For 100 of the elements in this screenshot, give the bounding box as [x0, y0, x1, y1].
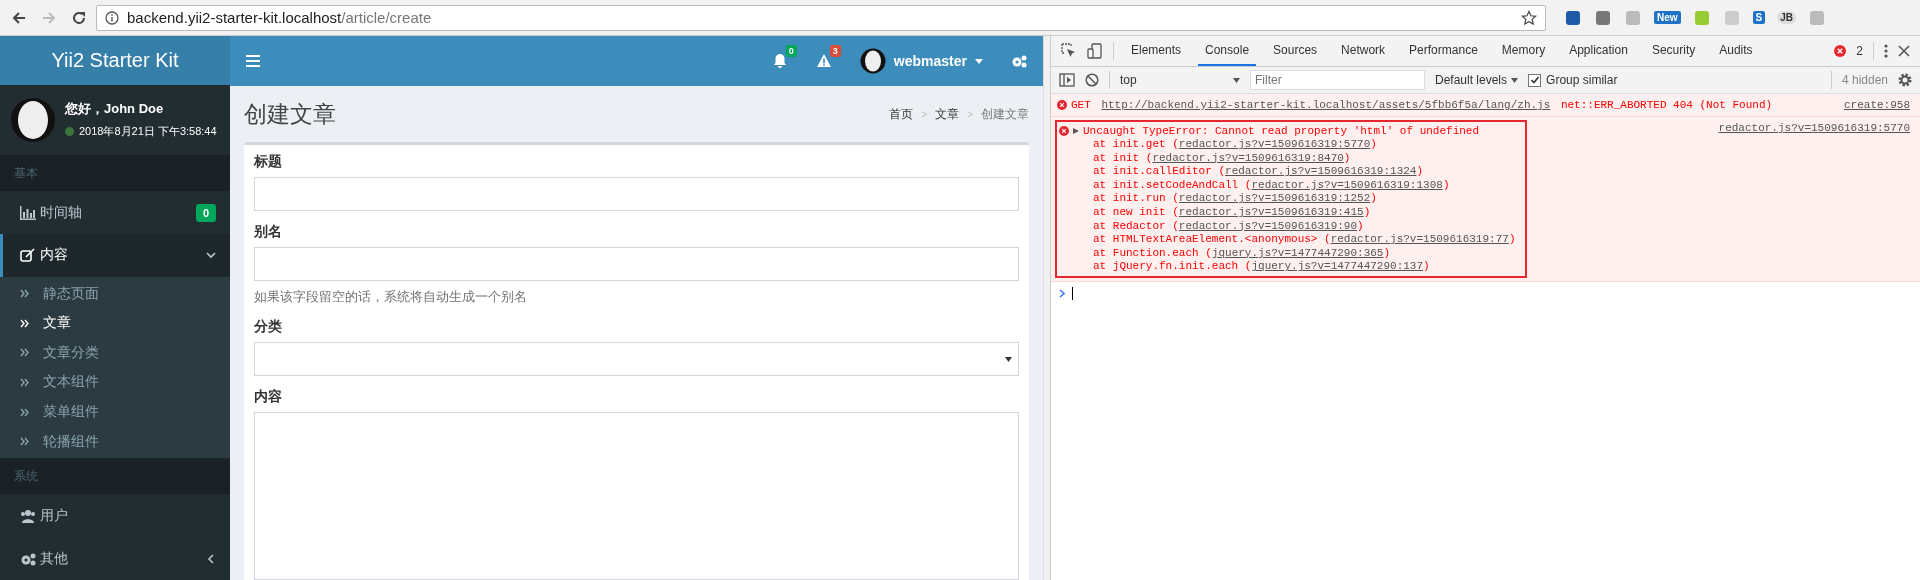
extension-button[interactable]: JB [1777, 11, 1797, 24]
expand-triangle-icon[interactable] [1073, 128, 1079, 134]
stack-frame-end: ) [1508, 233, 1516, 246]
info-icon [105, 10, 119, 25]
select-field[interactable] [254, 342, 1019, 376]
caret-icon [1233, 77, 1240, 83]
prompt-icon [1059, 288, 1066, 298]
scrollbar[interactable] [1043, 36, 1050, 580]
devtools-tab[interactable]: Audits [1712, 36, 1760, 66]
clear-icon[interactable] [1085, 73, 1099, 87]
menu-icon[interactable] [246, 55, 260, 67]
address-bar[interactable]: backend.yii2-starter-kit.localhost/article/create [96, 4, 1546, 31]
text-field[interactable] [254, 177, 1019, 211]
levels-dropdown[interactable]: Default levels [1435, 73, 1519, 87]
warning-icon[interactable] [815, 53, 832, 69]
stack-frame: at init.get ( [1093, 138, 1179, 150]
stack-frame-end: ) [1383, 246, 1391, 259]
submenu-item[interactable]: 轮播组件 [0, 426, 230, 457]
source-link[interactable]: redactor.js?v=1509616319:90 [1178, 219, 1358, 232]
bell-icon[interactable] [771, 53, 788, 69]
source-link[interactable]: redactor.js?v=1509616319:1252 [1178, 192, 1371, 205]
extension-button[interactable]: New [1654, 11, 1681, 24]
breadcrumb-link[interactable]: 首页 [889, 105, 914, 123]
stack-frame: at init.run ( [1093, 192, 1179, 205]
more-icon[interactable] [1884, 44, 1888, 58]
source-link[interactable]: redactor.js?v=1509616319:5770 [1178, 138, 1371, 150]
text-field[interactable] [254, 247, 1019, 281]
source-link[interactable]: redactor.js?v=1509616319:415 [1178, 205, 1364, 218]
sidebar-item[interactable]: 其他 [0, 537, 230, 580]
extension-icon[interactable] [1594, 8, 1612, 27]
cogs-icon [20, 551, 36, 566]
inspect-icon[interactable] [1061, 43, 1077, 59]
sidebar-item[interactable]: 用户 [0, 494, 230, 538]
app-logo[interactable]: Yii2 Starter Kit [0, 36, 230, 85]
sidebar-item[interactable]: 内容 [0, 234, 230, 277]
devtools-tab[interactable]: Application [1562, 36, 1635, 66]
count-badge: 0 [195, 203, 216, 222]
stack-frame: at Redactor ( [1093, 219, 1179, 232]
devtools-tab[interactable]: Network [1334, 36, 1393, 66]
error-text: net::ERR_ABORTED 404 (Not Found) [1559, 99, 1773, 111]
extension-icon[interactable] [1564, 8, 1582, 27]
caret-icon [1511, 77, 1519, 83]
submenu-item[interactable]: 菜单组件 [0, 397, 230, 427]
stack-frame-end: ) [1370, 138, 1377, 150]
section-header: 系统 [0, 458, 230, 495]
cogs-icon[interactable] [1011, 54, 1027, 68]
avatar [859, 48, 886, 74]
field-label: 标题 [254, 153, 283, 171]
users-icon [20, 508, 36, 523]
context-select[interactable]: top [1120, 73, 1240, 87]
stack-frame-end: ) [1363, 205, 1371, 218]
section-header: 基本 [0, 155, 230, 192]
breadcrumb-separator: > [921, 108, 928, 120]
devtools-tab[interactable]: Elements [1124, 36, 1189, 66]
source-link[interactable]: redactor.js?v=1509616319:1308 [1251, 178, 1443, 191]
user-menu[interactable]: webmaster [859, 48, 983, 74]
field-label: 别名 [254, 223, 283, 241]
devtools-tab[interactable]: Sources [1266, 36, 1325, 66]
submenu-item[interactable]: 文章分类 [0, 338, 230, 368]
extension-button[interactable]: S [1752, 11, 1766, 24]
star-icon[interactable] [1521, 9, 1537, 26]
text-cursor [1072, 286, 1073, 300]
sidebar-item[interactable]: 时间轴 0 [0, 191, 230, 235]
sidebar-toggle-icon[interactable] [1059, 73, 1075, 87]
submenu-item[interactable]: 文本组件 [0, 367, 230, 398]
device-icon[interactable] [1087, 43, 1103, 59]
count-badge: 3 [829, 45, 841, 57]
source-link[interactable]: jquery.js?v=1477447290:365 [1211, 246, 1384, 259]
source-link[interactable]: redactor.js?v=1509616319:8470 [1152, 151, 1344, 164]
stack-frame: at new init ( [1093, 205, 1179, 218]
double-chevron-icon [20, 407, 29, 417]
breadcrumb-separator: > [967, 108, 973, 120]
submenu-item[interactable]: 文章 [0, 308, 230, 339]
devtools-tab[interactable]: Performance [1402, 36, 1485, 66]
submenu-item[interactable]: 静态页面 [0, 278, 230, 309]
settings-icon[interactable] [1898, 73, 1912, 87]
devtools-tab[interactable]: Security [1644, 36, 1703, 66]
source-link[interactable]: redactor.js?v=1509616319:77 [1330, 233, 1509, 246]
stack-frame-end: ) [1423, 260, 1430, 273]
source-link[interactable]: redactor.js?v=1509616319:1324 [1225, 165, 1417, 178]
checkbox[interactable] [1528, 73, 1542, 87]
stack-frame-end: ) [1370, 192, 1377, 205]
source-link[interactable]: create:958 [1844, 98, 1910, 112]
breadcrumb-link[interactable]: 文章 [935, 105, 960, 123]
stack-frame: at init ( [1093, 151, 1153, 164]
error-count[interactable]: 2 [1856, 44, 1863, 58]
url-text: backend.yii2-starter-kit.localhost/article/create [127, 9, 433, 26]
user-time: 2018年8月21日 下午3:58:44 [79, 124, 217, 140]
caret-icon [975, 58, 983, 64]
double-chevron-icon [20, 437, 29, 447]
error-icon [1059, 126, 1069, 136]
filter-field[interactable]: Filter [1250, 70, 1425, 90]
double-chevron-icon [20, 318, 29, 328]
close-icon[interactable] [1898, 45, 1910, 57]
devtools-tab[interactable]: Memory [1494, 36, 1553, 66]
url-link[interactable]: http://backend.yii2-starter-kit.localhost/assets/5fbb6f5a/lang/zh.js [1101, 99, 1551, 111]
source-link[interactable]: redactor.js?v=1509616319:5770 [1718, 121, 1910, 135]
source-link[interactable]: jquery.js?v=1477447290:137 [1251, 260, 1424, 273]
stack-frame: at HTMLTextAreaElement.<anonymous> ( [1093, 233, 1331, 246]
stack-frame: at Function.each ( [1093, 246, 1212, 259]
